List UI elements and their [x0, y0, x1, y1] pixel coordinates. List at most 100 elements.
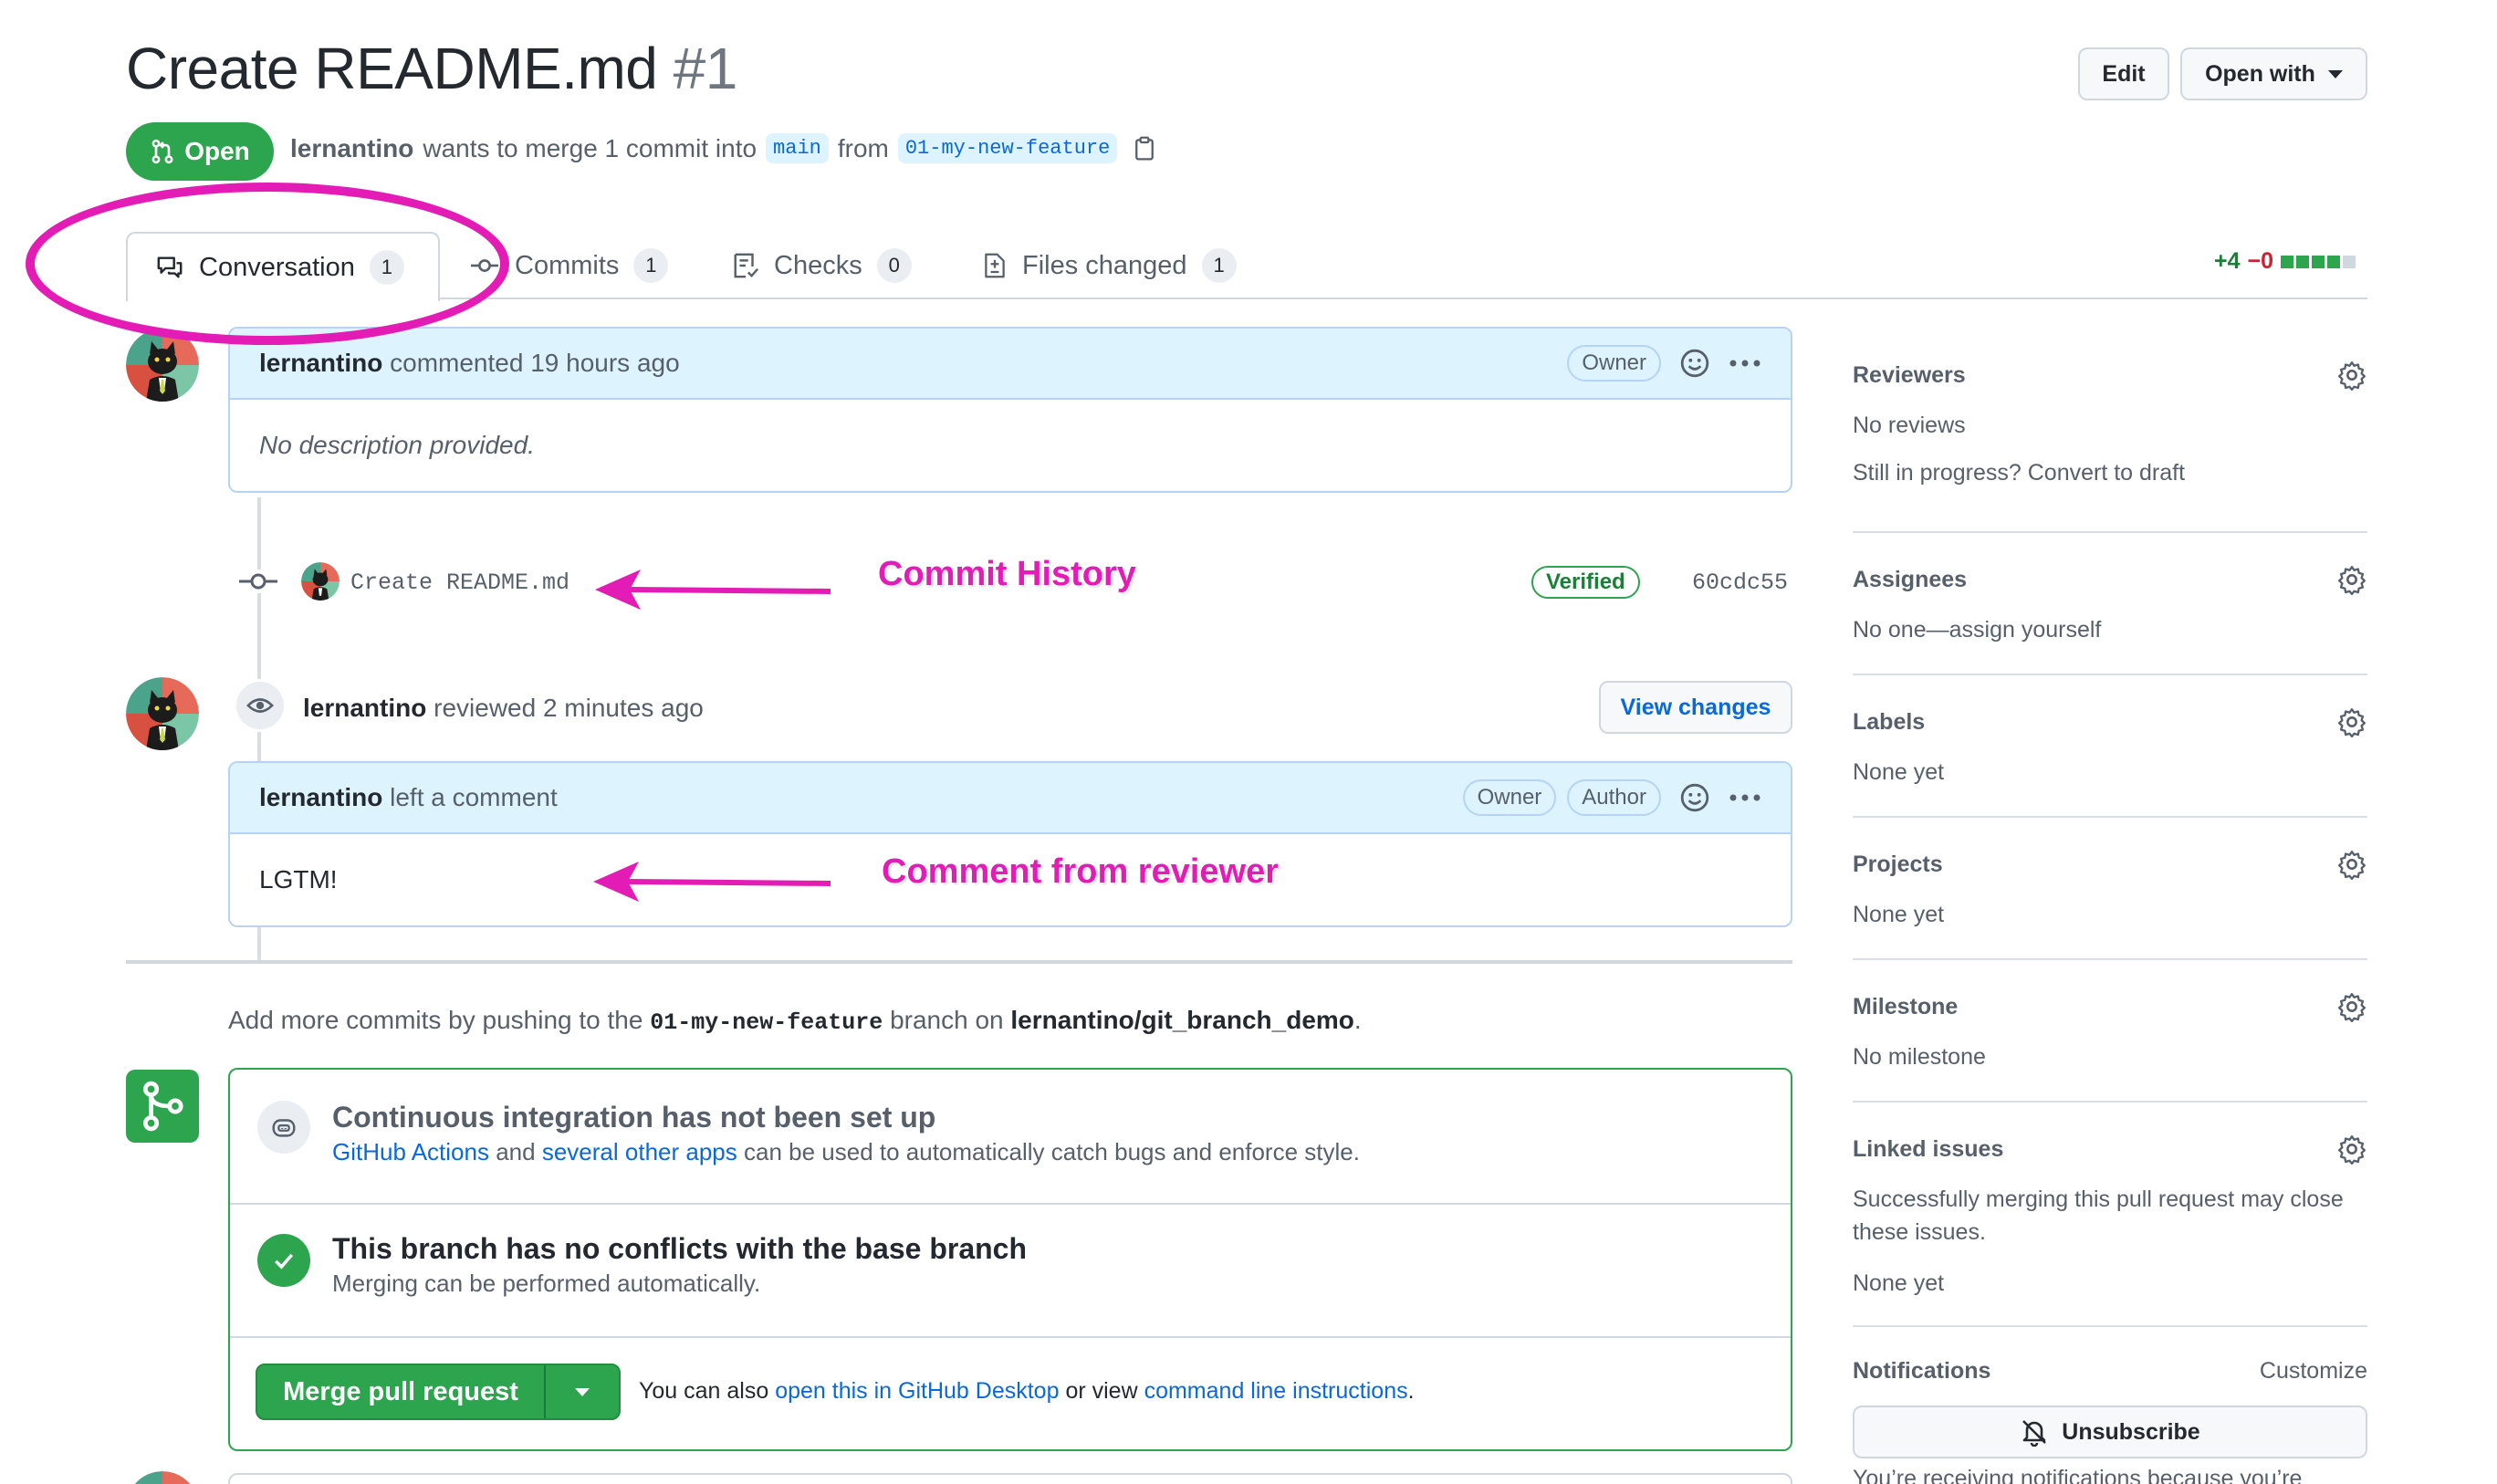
robot-icon: [257, 1101, 310, 1154]
comment-author[interactable]: lernantino: [259, 349, 382, 378]
ci-section: Continuous integration has not been set …: [230, 1070, 1791, 1205]
gear-icon[interactable]: [2336, 564, 2367, 595]
ci-rest: can be used to automatically catch bugs …: [743, 1138, 1360, 1165]
commit-node-icon: [239, 570, 277, 593]
commit-message[interactable]: Create README.md: [350, 570, 569, 596]
pr-merge-text: wants to merge 1 commit into: [423, 133, 757, 162]
view-changes-button[interactable]: View changes: [1599, 681, 1792, 734]
merge-button-label[interactable]: Merge pull request: [257, 1365, 546, 1418]
linked-issues-value: None yet: [1853, 1270, 1945, 1296]
milestone-title[interactable]: Milestone: [1853, 994, 1958, 1020]
open-with-button[interactable]: Open with: [2180, 47, 2367, 100]
conflicts-section: This branch has no conflicts with the ba…: [230, 1205, 1791, 1338]
conflicts-subtitle: Merging can be performed automatically.: [332, 1270, 761, 1297]
unsubscribe-label: Unsubscribe: [2062, 1418, 2200, 1445]
head-branch[interactable]: 01-my-new-feature: [897, 133, 1118, 163]
comment-action[interactable]: commented 19 hours ago: [390, 349, 680, 378]
review-comment-author[interactable]: lernantino: [259, 783, 382, 812]
tab-checks-label: Checks: [774, 250, 862, 280]
reviewers-title[interactable]: Reviewers: [1853, 362, 1966, 389]
sidebar-divider: [1853, 1101, 2367, 1103]
gear-icon[interactable]: [2336, 1134, 2367, 1165]
new-comment-box[interactable]: [228, 1473, 1792, 1484]
merge-method-dropdown[interactable]: [546, 1365, 619, 1418]
owner-badge: Owner: [1567, 345, 1661, 381]
add-commits-prefix: Add more commits by pushing to the: [228, 1006, 643, 1034]
annotation-arrow-icon: [595, 570, 831, 610]
tab-commits-count: 1: [633, 248, 669, 283]
git-merge-icon: [126, 1070, 199, 1143]
sidebar-projects: Projects None yet: [1853, 849, 2367, 931]
gear-icon[interactable]: [2336, 991, 2367, 1022]
merge-alt-middle: or view: [1065, 1378, 1138, 1404]
smiley-icon[interactable]: [1679, 782, 1710, 813]
reviewer-avatar[interactable]: [126, 677, 199, 750]
kebab-menu-icon[interactable]: [1729, 359, 1761, 368]
eye-icon: [234, 679, 287, 732]
convert-to-draft-link[interactable]: Still in progress? Convert to draft: [1853, 456, 2367, 489]
diffstat-bar: [2281, 255, 2356, 268]
open-desktop-link[interactable]: open this in GitHub Desktop: [775, 1378, 1059, 1404]
pr-author[interactable]: lernantino: [290, 134, 413, 163]
assignees-title[interactable]: Assignees: [1853, 567, 1967, 593]
verified-badge[interactable]: Verified: [1531, 566, 1640, 599]
commit-sha[interactable]: 60cdc55: [1692, 570, 1788, 596]
tab-files-changed[interactable]: Files changed 1: [982, 232, 1237, 299]
other-apps-link[interactable]: several other apps: [542, 1138, 737, 1165]
diffstat: +4 −0: [2214, 248, 2356, 275]
conflicts-title: This branch has no conflicts with the ba…: [332, 1232, 1028, 1265]
merge-pull-request-button[interactable]: Merge pull request: [256, 1364, 621, 1420]
linked-issues-title[interactable]: Linked issues: [1853, 1136, 2003, 1163]
sidebar-assignees: Assignees No one—assign yourself: [1853, 564, 2367, 646]
sidebar-reviewers: Reviewers No reviews Still in progress? …: [1853, 360, 2367, 489]
copy-icon[interactable]: [1132, 135, 1157, 162]
sidebar-divider: [1853, 674, 2367, 675]
assignees-value[interactable]: No one—assign yourself: [1853, 613, 2367, 646]
customize-link[interactable]: Customize: [2260, 1358, 2367, 1385]
sidebar-labels: Labels None yet: [1853, 706, 2367, 789]
review-comment-header: lernantino left a comment Owner Author: [230, 763, 1791, 834]
edit-button[interactable]: Edit: [2078, 47, 2169, 100]
review-action[interactable]: reviewed 2 minutes ago: [434, 694, 704, 722]
check-circle-icon: [257, 1234, 310, 1287]
sidebar-divider: [1853, 531, 2367, 533]
bell-slash-icon: [2022, 1420, 2047, 1447]
pr-state-badge: Open: [126, 122, 274, 181]
command-line-link[interactable]: command line instructions: [1144, 1378, 1408, 1404]
notifications-reason: You’re receiving notifications because y…: [1853, 1466, 2303, 1484]
sidebar-linked-issues: Linked issues Successfully merging this …: [1853, 1134, 2367, 1300]
reviewer-name[interactable]: lernantino: [303, 694, 426, 722]
projects-title[interactable]: Projects: [1853, 852, 1943, 878]
notifications-title: Notifications: [1853, 1358, 1991, 1384]
tab-commits-label: Commits: [515, 250, 620, 280]
section-divider: [126, 960, 1792, 964]
gear-icon[interactable]: [2336, 360, 2367, 391]
pr-from-text: from: [837, 133, 889, 162]
add-commits-hint: Add more commits by pushing to the 01-my…: [228, 1006, 1362, 1036]
projects-value: None yet: [1853, 902, 1945, 927]
labels-title[interactable]: Labels: [1853, 709, 1925, 736]
view-changes-label: View changes: [1620, 694, 1771, 720]
tab-files-label: Files changed: [1022, 250, 1187, 280]
avatar[interactable]: [126, 1471, 199, 1484]
caret-down-icon: [2327, 69, 2343, 78]
github-actions-link[interactable]: GitHub Actions: [332, 1138, 489, 1165]
tab-files-count: 1: [1201, 248, 1237, 283]
smiley-icon[interactable]: [1679, 348, 1710, 379]
milestone-value: No milestone: [1853, 1044, 1986, 1070]
kebab-menu-icon[interactable]: [1729, 793, 1761, 802]
gear-icon[interactable]: [2336, 849, 2367, 880]
tab-checks[interactable]: Checks 0: [732, 232, 912, 299]
author-badge: Author: [1567, 779, 1661, 816]
annotation-comment-from-reviewer: Comment from reviewer: [882, 852, 1280, 891]
reviewers-value: No reviews: [1853, 413, 1966, 438]
review-event: lernantino reviewed 2 minutes ago: [303, 694, 704, 723]
pr-title-text: Create README.md: [126, 36, 658, 101]
commit-avatar[interactable]: [301, 562, 340, 601]
comment-body: No description provided.: [259, 431, 535, 459]
add-commits-repo[interactable]: lernantino/git_branch_demo: [1010, 1006, 1354, 1034]
comment-box: lernantino commented 19 hours ago Owner …: [228, 327, 1792, 493]
base-branch[interactable]: main: [766, 133, 829, 163]
unsubscribe-button[interactable]: Unsubscribe: [1853, 1406, 2367, 1458]
gear-icon[interactable]: [2336, 706, 2367, 737]
